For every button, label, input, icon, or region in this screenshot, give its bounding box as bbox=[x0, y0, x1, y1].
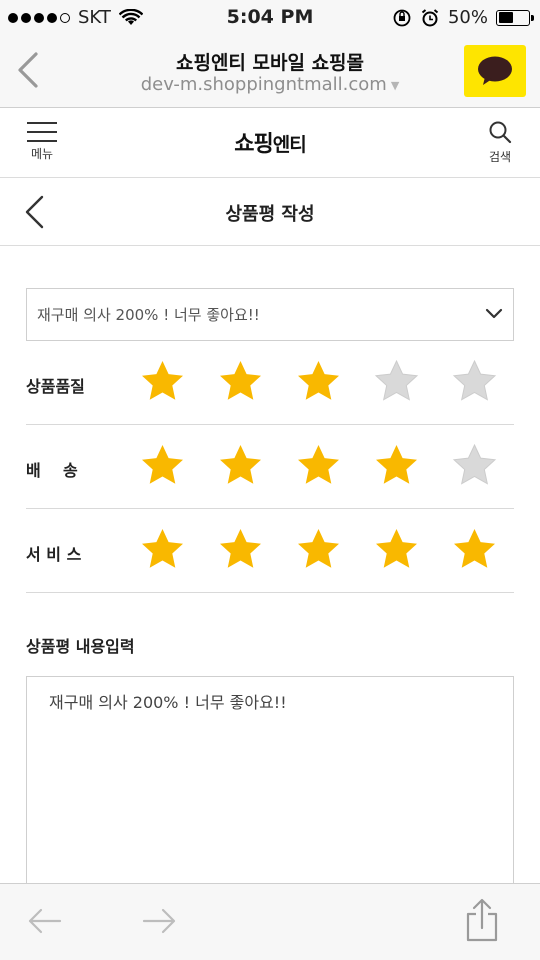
star-rating[interactable] bbox=[140, 527, 497, 572]
status-right: 50% bbox=[392, 7, 534, 28]
star-filled-icon[interactable] bbox=[218, 443, 263, 488]
kakao-talk-button[interactable] bbox=[464, 45, 526, 97]
url-text: dev-m.shoppingntmall.com bbox=[140, 74, 387, 95]
star-empty-icon[interactable] bbox=[452, 359, 497, 404]
star-filled-icon[interactable] bbox=[296, 359, 341, 404]
star-filled-icon[interactable] bbox=[374, 527, 419, 572]
site-logo[interactable]: 쇼핑엔티 bbox=[0, 126, 540, 158]
search-button[interactable]: 검색 bbox=[482, 120, 518, 165]
star-filled-icon[interactable] bbox=[296, 527, 341, 572]
search-icon bbox=[489, 121, 512, 144]
star-filled-icon[interactable] bbox=[140, 527, 185, 572]
page-title-bar: 상품평 작성 bbox=[0, 178, 540, 246]
star-rating[interactable] bbox=[140, 359, 497, 404]
browser-page-title: 쇼핑엔티 모바일 쇼핑몰 bbox=[175, 52, 365, 74]
content-input-label: 상품평 내용입력 bbox=[26, 637, 135, 656]
browser-toolbar bbox=[0, 883, 540, 960]
logo-bold: 쇼핑 bbox=[234, 132, 273, 157]
star-rating[interactable] bbox=[140, 443, 497, 488]
address-bar[interactable]: dev-m.shoppingntmall.com ▼ bbox=[0, 74, 540, 95]
star-filled-icon[interactable] bbox=[296, 443, 341, 488]
rating-label: 서 비 스 bbox=[26, 545, 82, 564]
battery-icon bbox=[496, 9, 534, 26]
chevron-down-icon bbox=[485, 308, 503, 319]
url-dropdown-icon: ▼ bbox=[390, 78, 400, 92]
review-title-select[interactable]: 재구매 의사 200% ! 너무 좋아요!! bbox=[26, 288, 514, 341]
arrow-left-icon[interactable] bbox=[26, 906, 64, 936]
browser-bar: 쇼핑엔티 모바일 쇼핑몰 dev-m.shoppingntmall.com ▼ bbox=[0, 36, 540, 108]
star-filled-icon[interactable] bbox=[452, 527, 497, 572]
arrow-right-icon[interactable] bbox=[140, 906, 178, 936]
battery-percent: 50% bbox=[447, 7, 488, 28]
search-label: 검색 bbox=[488, 150, 512, 164]
rating-row-service: 서 비 스 bbox=[26, 509, 514, 593]
site-header: 메뉴 쇼핑엔티 검색 bbox=[0, 108, 540, 178]
star-filled-icon[interactable] bbox=[218, 527, 263, 572]
star-empty-icon[interactable] bbox=[374, 359, 419, 404]
rating-row-quality: 상품품질 bbox=[26, 341, 514, 425]
orientation-lock-icon bbox=[393, 9, 411, 26]
status-bar: SKT 5:04 PM 50% bbox=[0, 0, 540, 36]
star-empty-icon[interactable] bbox=[452, 443, 497, 488]
select-value: 재구매 의사 200% ! 너무 좋아요!! bbox=[37, 306, 260, 324]
logo-rest: 엔티 bbox=[272, 134, 307, 156]
kakao-talk-icon bbox=[478, 56, 512, 85]
review-content-textarea[interactable]: 재구매 의사 200% ! 너무 좋아요!! bbox=[26, 676, 514, 906]
star-filled-icon[interactable] bbox=[140, 443, 185, 488]
page-title: 상품평 작성 bbox=[225, 204, 315, 225]
rating-label: 상품품질 bbox=[26, 377, 85, 396]
alarm-icon bbox=[421, 8, 439, 26]
star-filled-icon[interactable] bbox=[140, 359, 185, 404]
rating-label: 배 송 bbox=[26, 461, 78, 480]
rating-row-delivery: 배 송 bbox=[26, 425, 514, 509]
share-icon[interactable] bbox=[464, 898, 500, 942]
star-filled-icon[interactable] bbox=[218, 359, 263, 404]
star-filled-icon[interactable] bbox=[374, 443, 419, 488]
